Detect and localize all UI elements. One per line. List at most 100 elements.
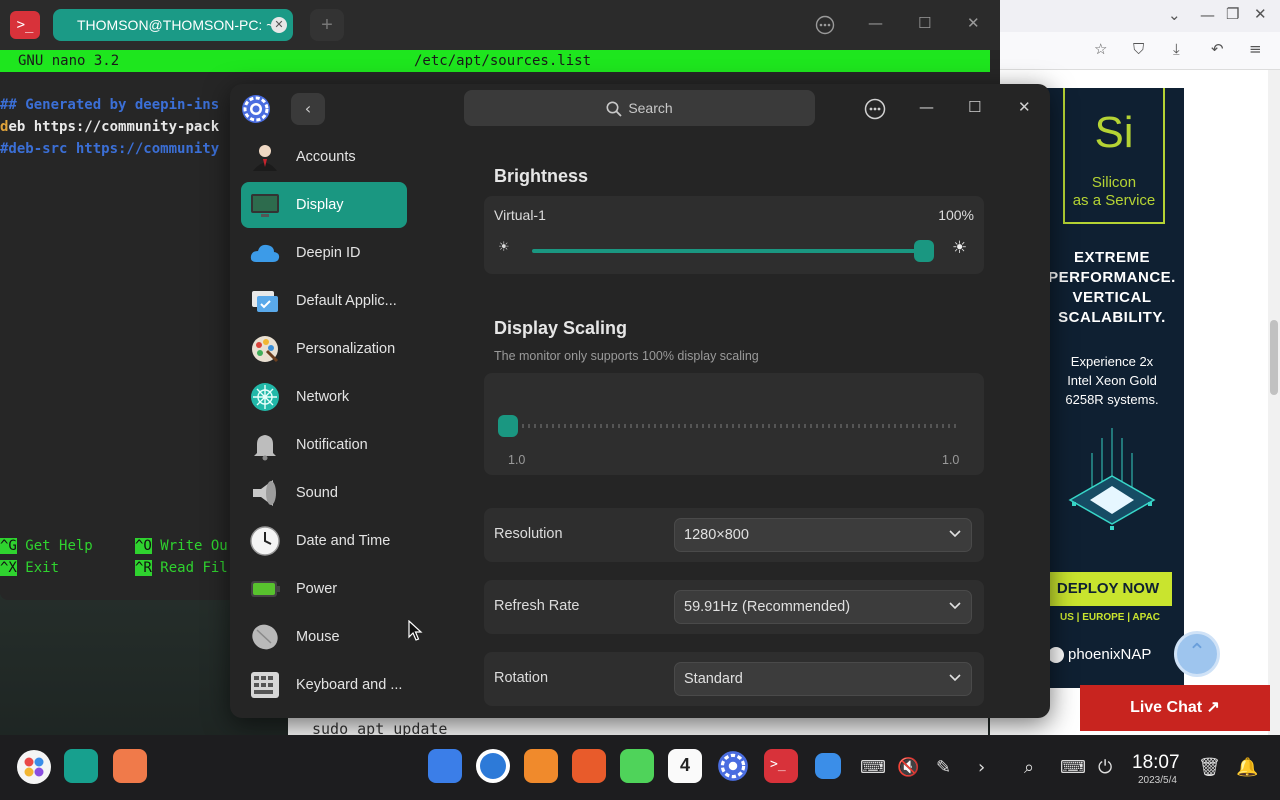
restore-icon[interactable]: ❐: [1226, 5, 1239, 23]
ad-body-text: Experience 2x Intel Xeon Gold 6258R syst…: [1065, 354, 1159, 407]
scrollbar-thumb[interactable]: [1270, 320, 1278, 395]
advertisement-banner[interactable]: Si Silicon as a Service EXTREME PERFORMA…: [1040, 88, 1184, 688]
onscreen-keyboard-icon[interactable]: ⌨: [1060, 757, 1086, 778]
sidebar-item-mouse[interactable]: Mouse: [241, 614, 407, 660]
brightness-title: Brightness: [494, 166, 589, 186]
sidebar-item-power[interactable]: Power: [241, 566, 407, 612]
main-menu-icon[interactable]: [864, 98, 886, 120]
notification-bell-icon[interactable]: 🔔: [1236, 757, 1258, 778]
photo-viewer-icon[interactable]: [572, 749, 606, 783]
help-write-out: ^O Write Ou: [135, 538, 228, 554]
sidebar-item-keyboard[interactable]: Keyboard and ...: [241, 662, 407, 708]
sidebar-item-date-and-time[interactable]: Date and Time: [241, 518, 407, 564]
refresh-rate-label: Refresh Rate: [494, 598, 580, 614]
browser-scrollbar[interactable]: [1268, 70, 1280, 735]
trash-icon[interactable]: 🗑: [1198, 757, 1221, 778]
volume-muted-icon[interactable]: 🔇: [897, 757, 919, 778]
browser-icon[interactable]: [476, 749, 510, 783]
keyboard-layout-icon[interactable]: ⌨: [860, 757, 886, 778]
calendar-icon[interactable]: 4: [668, 749, 702, 783]
ad-headline: EXTREME PERFORMANCE. VERTICAL SCALABILIT…: [1048, 249, 1176, 326]
scroll-to-top-button[interactable]: ⌃: [1174, 631, 1220, 677]
sidebar-item-label: Power: [296, 581, 338, 597]
minimize-icon[interactable]: —: [1200, 6, 1215, 24]
control-center-icon[interactable]: [716, 749, 750, 783]
nano-title-bar: GNU nano 3.2 /etc/apt/sources.list: [0, 50, 990, 72]
sidebar-item-display[interactable]: Display: [241, 182, 407, 228]
help-label: Read Fil: [160, 560, 228, 576]
tab-close-icon[interactable]: ✕: [271, 17, 287, 33]
refresh-rate-value: 59.91Hz (Recommended): [684, 599, 851, 615]
brightness-slider[interactable]: [532, 240, 934, 262]
sidebar-item-label: Date and Time: [296, 533, 391, 549]
pocket-icon[interactable]: ⛉: [1133, 40, 1144, 58]
scaling-slider-handle[interactable]: [498, 415, 518, 437]
brightness-panel: Virtual-1 100% ☀ ☀: [484, 196, 984, 274]
chevron-down-icon[interactable]: ⌄: [1168, 6, 1181, 24]
brightness-slider-handle[interactable]: [914, 240, 934, 262]
chip-illustration: [1068, 428, 1156, 530]
clock-icon: [250, 526, 280, 556]
launcher-icon[interactable]: [16, 749, 52, 785]
close-icon[interactable]: ✕: [967, 14, 980, 32]
mouse-cursor-icon: [408, 620, 423, 641]
sidebar-item-personalization[interactable]: Personalization: [241, 326, 407, 372]
pen-icon[interactable]: ✎: [936, 757, 951, 778]
rotation-select[interactable]: Standard: [674, 662, 972, 696]
rotation-value: Standard: [684, 671, 743, 687]
maximize-icon[interactable]: ☐: [968, 98, 981, 116]
music-icon[interactable]: [620, 749, 654, 783]
terminal-app-icon: >_: [10, 11, 40, 39]
battery-icon: [251, 581, 280, 597]
browser-toolbar: ☆ ⛉ ⤓ ↶ ≡: [990, 32, 1280, 70]
clock-date[interactable]: 2023/5/4: [1138, 775, 1177, 786]
hamburger-menu-icon[interactable]: ≡: [1249, 40, 1262, 58]
new-tab-button[interactable]: +: [310, 9, 344, 41]
back-button[interactable]: ‹: [291, 93, 325, 125]
chevron-right-icon[interactable]: ›: [978, 757, 985, 778]
minimize-icon[interactable]: —: [868, 14, 883, 32]
refresh-rate-select[interactable]: 59.91Hz (Recommended): [674, 590, 972, 624]
maximize-icon[interactable]: ☐: [918, 14, 931, 32]
app-store-bag-icon[interactable]: [524, 749, 558, 783]
monitor-name: Virtual-1: [494, 207, 546, 223]
close-icon[interactable]: ✕: [1254, 5, 1267, 23]
file-line-3: #deb-src https://community: [0, 141, 220, 157]
search-input[interactable]: Search: [464, 90, 815, 126]
multitask-view-icon[interactable]: [64, 749, 98, 783]
search-icon[interactable]: ⌕: [1024, 757, 1034, 778]
window-manager-icon[interactable]: [113, 749, 147, 783]
sidebar-item-notification[interactable]: Notification: [241, 422, 407, 468]
sidebar-item-default-applications[interactable]: Default Applic...: [241, 278, 407, 324]
sidebar-item-accounts[interactable]: Accounts: [241, 134, 407, 180]
more-options-icon[interactable]: [815, 15, 835, 35]
deploy-now-button[interactable]: DEPLOY NOW: [1044, 572, 1172, 606]
refresh-rate-row: Refresh Rate 59.91Hz (Recommended): [484, 580, 984, 634]
brightness-high-icon: ☀: [952, 238, 968, 258]
close-icon[interactable]: ✕: [1018, 98, 1031, 116]
ad-regions: US | EUROPE | APAC: [1059, 612, 1161, 623]
sidebar-item-sound[interactable]: Sound: [241, 470, 407, 516]
app-store-icon[interactable]: [428, 749, 462, 783]
calendar-day: 4: [679, 755, 690, 775]
download-icon[interactable]: ⤓: [1173, 40, 1180, 58]
sidebar-item-deepin-id[interactable]: Deepin ID: [241, 230, 407, 276]
terminal-tab[interactable]: THOMSON@THOMSON-PC: ~ ✕: [53, 9, 293, 41]
screen-recorder-icon[interactable]: [815, 753, 841, 779]
live-chat-button[interactable]: Live Chat ↗: [1080, 685, 1270, 731]
power-icon[interactable]: ⏻: [1098, 757, 1112, 778]
sidebar-item-label: Personalization: [296, 341, 396, 357]
accounts-icon: [253, 145, 277, 171]
sidebar-item-network[interactable]: Network: [241, 374, 407, 420]
scaling-slider[interactable]: [498, 415, 960, 437]
minimize-icon[interactable]: —: [919, 98, 934, 116]
terminal-app-icon[interactable]: >_: [764, 749, 798, 783]
resolution-select[interactable]: 1280×800: [674, 518, 972, 552]
taskbar: 4 >_ ⌨ 🔇 ✎ › ⌕ ⌨ ⏻ 18:07 2023/5/4 🗑 🔔: [0, 735, 1280, 800]
display-scaling-title: Display Scaling: [494, 318, 628, 338]
help-read-file: ^R Read Fil: [135, 560, 228, 576]
help-key: ^X: [0, 560, 17, 576]
undo-icon[interactable]: ↶: [1211, 40, 1224, 58]
star-icon[interactable]: ☆: [1094, 40, 1107, 58]
clock-time[interactable]: 18:07: [1132, 752, 1180, 774]
